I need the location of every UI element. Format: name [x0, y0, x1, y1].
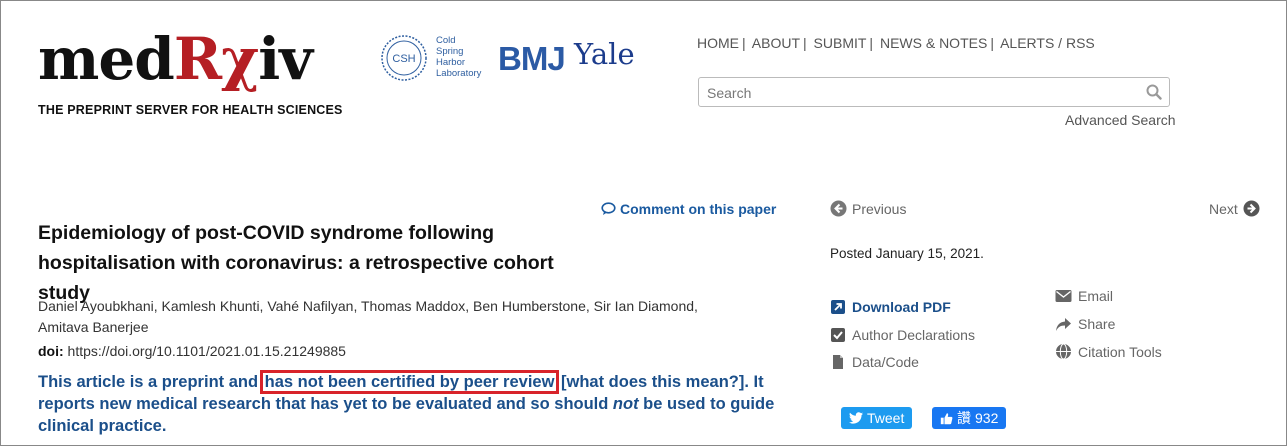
csh-line: Harbor: [436, 57, 466, 68]
comment-link-label: Comment on this paper: [620, 201, 777, 217]
peer-review-highlight: has not been certified by peer review: [259, 370, 560, 394]
twitter-bird-icon: [849, 412, 863, 424]
tweet-button[interactable]: Tweet: [841, 407, 913, 429]
comment-icon: [601, 202, 616, 215]
envelope-icon: [1055, 290, 1072, 302]
download-pdf-link[interactable]: Download PDF: [830, 299, 951, 315]
logo-prefix: med: [38, 25, 175, 93]
search-box: [698, 77, 1170, 107]
csh-badge-text: CSH: [392, 53, 415, 65]
next-label: Next: [1209, 200, 1238, 217]
logo-suffix: iv: [258, 25, 313, 93]
citation-tools-label: Citation Tools: [1078, 343, 1162, 360]
doi-line: doi: https://doi.org/10.1101/2021.01.15.…: [38, 343, 346, 359]
download-pdf-label: Download PDF: [852, 299, 951, 315]
top-nav: HOME | ABOUT | SUBMIT | NEWS & NOTES | ALERT…: [697, 35, 1095, 51]
search-icon[interactable]: [1146, 84, 1162, 100]
nav-separator: |: [990, 35, 994, 51]
previous-link[interactable]: Previous: [830, 200, 906, 217]
preprint-notice: This article is a preprint and has not b…: [38, 370, 783, 437]
article-title: Epidemiology of post-COVID syndrome foll…: [38, 222, 554, 304]
data-code-link[interactable]: Data/Code: [830, 354, 919, 370]
yale-logo[interactable]: Yale: [574, 37, 635, 71]
csh-logo-icon[interactable]: CSH: [380, 34, 428, 82]
search-input[interactable]: [705, 79, 1139, 107]
share-label: Share: [1078, 316, 1116, 332]
like-count: 932: [975, 410, 999, 426]
nav-separator: |: [803, 35, 807, 51]
bmj-logo[interactable]: BMJ: [498, 40, 566, 78]
circle-arrow-right-icon: [1243, 200, 1260, 217]
csh-name: Cold Spring Harbor Laboratory: [436, 35, 481, 79]
logo-rx: Rχ: [173, 25, 259, 93]
author-declarations-link[interactable]: Author Declarations: [830, 327, 975, 343]
circle-arrow-left-icon: [830, 200, 847, 217]
doi-link[interactable]: https://doi.org/10.1101/2021.01.15.21249…: [68, 343, 346, 359]
data-code-label: Data/Code: [852, 354, 919, 370]
share-link[interactable]: Share: [1055, 316, 1115, 332]
nav-separator: |: [869, 35, 874, 51]
csh-line: Spring: [436, 46, 464, 57]
medrxiv-logo[interactable]: medRχiv: [38, 24, 313, 94]
tweet-label: Tweet: [867, 410, 905, 426]
author-list: Daniel Ayoubkhani, Kamlesh Khunti, Vahé …: [38, 298, 698, 335]
email-label: Email: [1078, 288, 1114, 304]
author-declarations-label: Author Declarations: [852, 327, 975, 343]
share-icon: [1056, 317, 1071, 331]
next-link[interactable]: Next: [1209, 200, 1260, 217]
download-pdf-icon: [831, 300, 845, 314]
tagline: THE PREPRINT SERVER FOR HEALTH SCIENCES: [38, 103, 343, 117]
facebook-like-button[interactable]: 讚 932: [932, 407, 1007, 429]
check-square-icon: [831, 328, 845, 342]
globe-icon: [1056, 343, 1071, 360]
thumbs-up-icon: [940, 412, 953, 424]
doi-label: doi:: [38, 343, 64, 359]
nav-news-notes[interactable]: NEWS & NOTES: [880, 35, 987, 51]
advanced-search-link[interactable]: Advanced Search: [1065, 112, 1176, 128]
notice-text: This article is a preprint and: [38, 373, 263, 391]
nav-home[interactable]: HOME: [697, 35, 739, 51]
email-link[interactable]: Email: [1055, 288, 1113, 304]
like-label: 讚: [957, 410, 971, 426]
nav-submit[interactable]: SUBMIT: [814, 35, 867, 51]
comment-link[interactable]: Comment on this paper: [601, 201, 776, 217]
nav-alerts-rss[interactable]: ALERTS / RSS: [1000, 35, 1095, 51]
citation-tools-link[interactable]: Citation Tools: [1055, 343, 1162, 360]
csh-line: Cold: [436, 35, 456, 46]
nav-about[interactable]: ABOUT: [752, 35, 800, 51]
notice-emphasis: not: [612, 395, 639, 413]
nav-separator: |: [742, 35, 746, 51]
csh-line: Laboratory: [436, 68, 482, 79]
posted-date: Posted January 15, 2021.: [830, 246, 984, 261]
previous-label: Previous: [852, 200, 907, 217]
document-icon: [833, 355, 843, 369]
